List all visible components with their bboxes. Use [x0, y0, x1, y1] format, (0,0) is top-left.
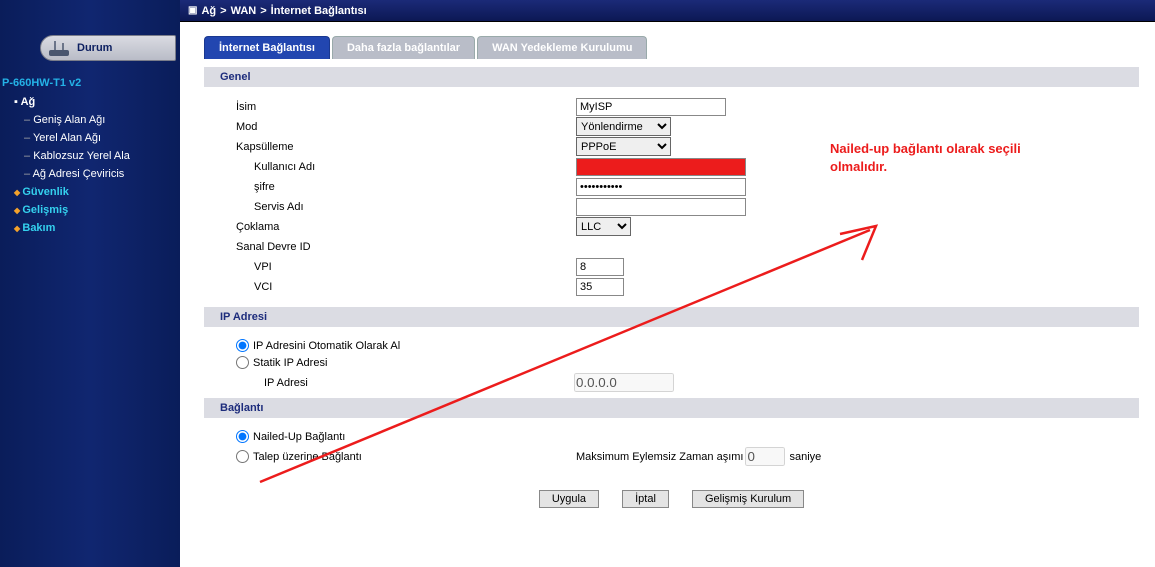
select-mode[interactable]: Yönlendirme — [576, 117, 671, 136]
tab-bar: İnternet Bağlantısı Daha fazla bağlantıl… — [204, 36, 1139, 59]
status-button[interactable]: Durum — [40, 35, 176, 61]
section-header-ip: IP Adresi — [204, 307, 1139, 327]
device-model: P-660HW-T1 v2 — [0, 73, 180, 93]
label-virtual-circuit: Sanal Devre ID — [236, 241, 576, 253]
radio-ip-auto[interactable] — [236, 339, 249, 352]
sidebar-item-wan[interactable]: Geniş Alan Ağı — [18, 111, 180, 129]
input-ip-address — [574, 373, 674, 392]
input-vci[interactable] — [576, 278, 624, 296]
label-timeout-unit: saniye — [789, 451, 821, 463]
sidebar: Durum P-660HW-T1 v2 ▪ Ağ Geniş Alan Ağı … — [0, 0, 180, 567]
label-vci: VCI — [236, 281, 576, 293]
breadcrumb-root: Ağ — [201, 5, 216, 17]
tab-more-connections[interactable]: Daha fazla bağlantılar — [332, 36, 475, 59]
input-vpi[interactable] — [576, 258, 624, 276]
sidebar-item-nat[interactable]: Ağ Adresi Çeviricis — [18, 165, 180, 183]
label-idle-timeout: Maksimum Eylemsiz Zaman aşımı — [576, 451, 743, 463]
input-idle-timeout — [745, 447, 785, 466]
sidebar-item-security[interactable]: Güvenlik — [4, 183, 180, 201]
input-service-name[interactable] — [576, 198, 746, 216]
radio-nailed-up[interactable] — [236, 430, 249, 443]
section-header-general: Genel — [204, 67, 1139, 87]
label-multiplexing: Çoklama — [236, 221, 576, 233]
sidebar-item-advanced[interactable]: Gelişmiş — [4, 201, 180, 219]
section-header-connection: Bağlantı — [204, 398, 1139, 418]
input-name[interactable] — [576, 98, 726, 116]
tab-wan-backup[interactable]: WAN Yedekleme Kurulumu — [477, 36, 647, 59]
tab-internet-connection[interactable]: İnternet Bağlantısı — [204, 36, 330, 59]
label-ip-address: IP Adresi — [264, 377, 574, 389]
breadcrumb-marker-icon: ▣ — [188, 5, 197, 16]
label-service-name: Servis Adı — [236, 201, 576, 213]
annotation-text: Nailed-up bağlantı olarak seçili olmalıd… — [830, 140, 1050, 175]
label-vpi: VPI — [236, 261, 576, 273]
router-icon — [47, 38, 73, 58]
label-ip-static: Statik IP Adresi — [253, 357, 327, 369]
select-multiplexing[interactable]: LLC — [576, 217, 631, 236]
sidebar-item-maintenance[interactable]: Bakım — [4, 219, 180, 237]
cancel-button[interactable]: İptal — [622, 490, 669, 508]
label-name: İsim — [236, 101, 576, 113]
radio-on-demand[interactable] — [236, 450, 249, 463]
label-password: şifre — [236, 181, 576, 193]
label-encapsulation: Kapsülleme — [236, 141, 576, 153]
label-mode: Mod — [236, 121, 576, 133]
input-username[interactable] — [576, 158, 746, 176]
select-encapsulation[interactable]: PPPoE — [576, 137, 671, 156]
status-label: Durum — [77, 42, 112, 54]
label-nailed-up: Nailed-Up Bağlantı — [253, 431, 345, 443]
breadcrumb: ▣ Ağ > WAN > İnternet Bağlantısı — [180, 0, 1155, 22]
radio-ip-static[interactable] — [236, 356, 249, 369]
breadcrumb-leaf: İnternet Bağlantısı — [271, 5, 367, 17]
button-bar: Uygula İptal Gelişmiş Kurulum — [204, 468, 1139, 514]
sidebar-item-lan[interactable]: Yerel Alan Ağı — [18, 129, 180, 147]
breadcrumb-mid: WAN — [231, 5, 257, 17]
sidebar-item-network[interactable]: ▪ Ağ — [4, 93, 180, 111]
input-password[interactable] — [576, 178, 746, 196]
label-username: Kullanıcı Adı — [236, 161, 576, 173]
sidebar-item-wlan[interactable]: Kablozsuz Yerel Ala — [18, 147, 180, 165]
apply-button[interactable]: Uygula — [539, 490, 599, 508]
label-ip-auto: IP Adresini Otomatik Olarak Al — [253, 340, 400, 352]
advanced-setup-button[interactable]: Gelişmiş Kurulum — [692, 490, 804, 508]
label-on-demand: Talep üzerine Bağlantı — [253, 451, 362, 463]
